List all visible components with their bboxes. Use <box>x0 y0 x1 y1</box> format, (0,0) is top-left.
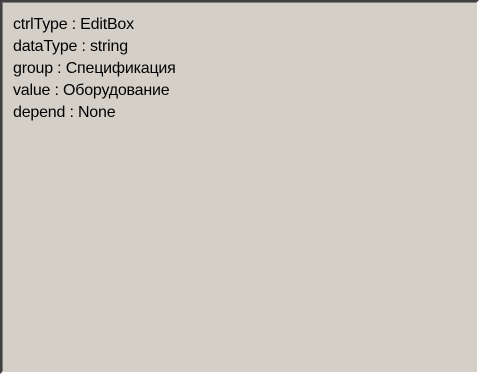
property-separator: : <box>52 60 66 77</box>
property-value: Спецификация <box>65 60 176 77</box>
property-separator: : <box>77 38 90 55</box>
property-value: value : Оборудование <box>13 80 176 102</box>
property-value: string <box>89 38 128 55</box>
property-list: ctrlType : EditBox dataType : string gro… <box>13 14 176 124</box>
property-key: group <box>13 60 53 77</box>
panel-bevel: ctrlType : EditBox dataType : string gro… <box>2 2 477 372</box>
property-separator: : <box>67 16 81 33</box>
property-key: ctrlType <box>13 16 68 33</box>
property-value: EditBox <box>80 16 134 33</box>
property-depend: depend : None <box>13 102 176 124</box>
properties-panel: ctrlType : EditBox dataType : string gro… <box>0 0 479 374</box>
property-value: None <box>77 104 116 121</box>
property-ctrltype: ctrlType : EditBox <box>13 14 176 36</box>
property-group: group : Спецификация <box>13 58 176 80</box>
property-key: depend <box>13 104 66 121</box>
property-value-text: Оборудование <box>63 82 170 99</box>
property-datatype: dataType : string <box>13 36 176 58</box>
property-key: dataType <box>13 38 78 55</box>
property-separator: : <box>65 104 78 121</box>
property-key: value <box>13 82 51 99</box>
property-separator: : <box>50 82 64 99</box>
